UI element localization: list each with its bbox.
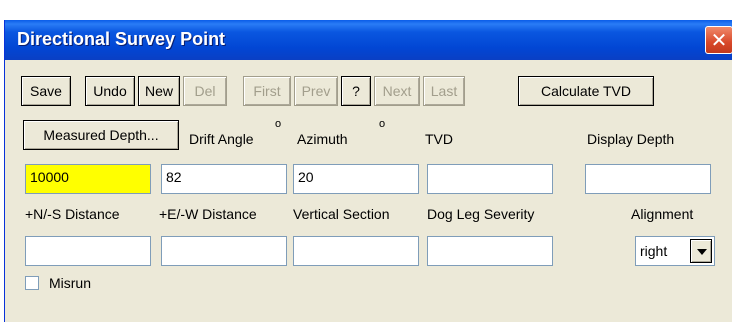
alignment-select[interactable]: right [635, 236, 715, 266]
alignment-label: Alignment [631, 206, 694, 222]
misrun-checkbox[interactable] [25, 276, 39, 290]
title-bar: Directional Survey Point ✕ [5, 20, 732, 60]
ew-distance-label: +E/-W Distance [159, 206, 257, 222]
azimuth-degree: o [379, 118, 386, 130]
azimuth-field[interactable]: 20 [293, 164, 419, 194]
prev-button[interactable]: Prev [294, 76, 338, 106]
close-icon: ✕ [710, 29, 728, 52]
display-depth-field[interactable] [585, 164, 711, 194]
tvd-field[interactable] [427, 164, 553, 194]
ew-distance-field[interactable] [161, 236, 287, 266]
undo-button[interactable]: Undo [85, 76, 135, 106]
drift-angle-label: Drift Angle [189, 131, 254, 147]
ns-distance-field[interactable] [25, 236, 151, 266]
directional-survey-point-window: Directional Survey Point ✕ Save Undo New… [4, 20, 732, 322]
dog-leg-severity-label: Dog Leg Severity [427, 206, 535, 222]
drift-angle-degree: o [275, 118, 282, 130]
close-button[interactable]: ✕ [705, 26, 732, 54]
next-button[interactable]: Next [374, 76, 420, 106]
calculate-tvd-button[interactable]: Calculate TVD [518, 76, 654, 106]
tvd-label: TVD [425, 131, 453, 147]
display-depth-label: Display Depth [587, 131, 675, 147]
vertical-section-label: Vertical Section [293, 206, 390, 222]
misrun-label: Misrun [49, 275, 92, 291]
save-button[interactable]: Save [21, 76, 71, 106]
chevron-down-icon[interactable] [690, 239, 712, 263]
help-button[interactable]: ? [341, 76, 371, 106]
last-button[interactable]: Last [423, 76, 465, 106]
first-button[interactable]: First [243, 76, 291, 106]
drift-angle-field[interactable]: 82 [161, 164, 287, 194]
new-button[interactable]: New [138, 76, 180, 106]
measured-depth-field[interactable]: 10000 [25, 164, 151, 194]
measured-depth-button[interactable]: Measured Depth... [23, 120, 179, 150]
dog-leg-severity-field[interactable] [427, 236, 553, 266]
azimuth-label: Azimuth [297, 131, 348, 147]
window-title: Directional Survey Point [17, 29, 226, 49]
ns-distance-label: +N/-S Distance [25, 206, 120, 222]
alignment-value: right [640, 243, 668, 259]
delete-button[interactable]: Del [183, 76, 227, 106]
vertical-section-field[interactable] [293, 236, 419, 266]
